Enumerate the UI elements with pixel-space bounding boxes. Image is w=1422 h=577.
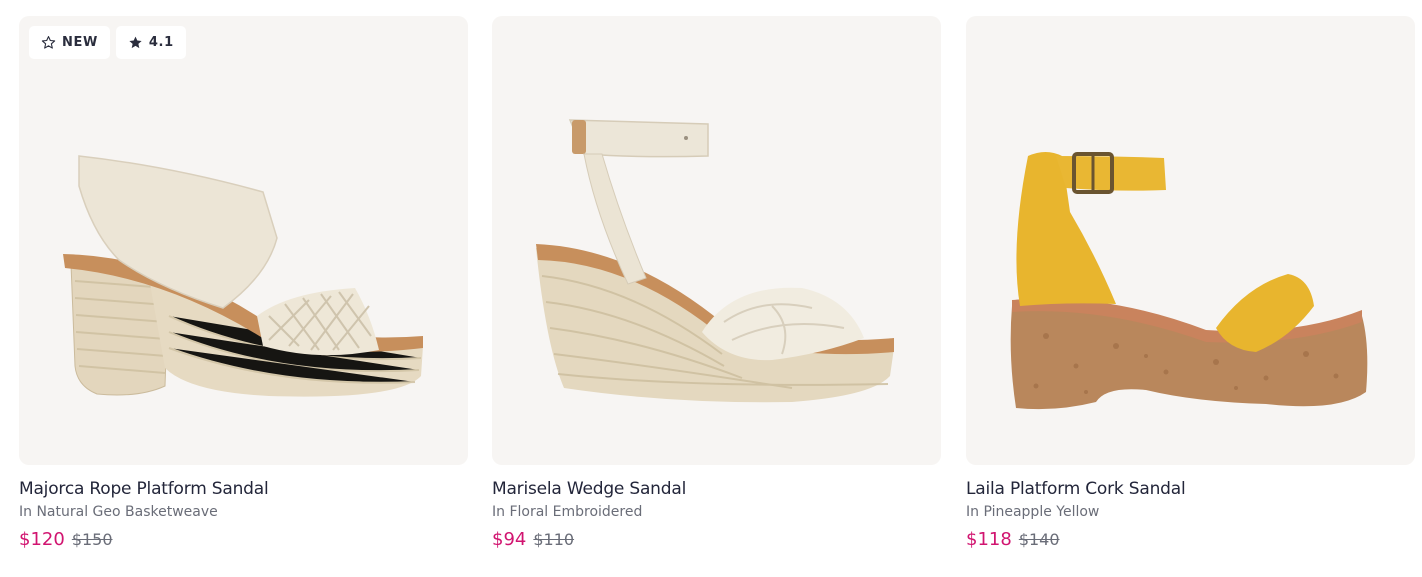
sandal-image (63, 155, 423, 397)
product-card[interactable]: Laila Platform Cork Sandal In Pineapple … (966, 16, 1415, 561)
badge-row: NEW 4.1 (29, 26, 186, 59)
product-title[interactable]: Marisela Wedge Sandal (492, 479, 686, 499)
new-badge-label: NEW (62, 35, 98, 50)
price-row: $118 $140 (966, 529, 1060, 550)
sandal-image (536, 119, 894, 403)
price-row: $120 $150 (19, 529, 113, 550)
sale-price: $118 (966, 529, 1012, 550)
sale-price: $120 (19, 529, 65, 550)
product-variant: In Natural Geo Basketweave (19, 504, 218, 520)
new-badge: NEW (29, 26, 110, 59)
product-title[interactable]: Laila Platform Cork Sandal (966, 479, 1186, 499)
product-title[interactable]: Majorca Rope Platform Sandal (19, 479, 269, 499)
product-image[interactable] (492, 16, 941, 465)
rating-value: 4.1 (148, 35, 174, 50)
product-variant: In Pineapple Yellow (966, 504, 1100, 520)
price-row: $94 $110 (492, 529, 574, 550)
rating-badge: 4.1 (115, 26, 186, 59)
original-price: $140 (1018, 530, 1060, 549)
product-card[interactable]: Marisela Wedge Sandal In Floral Embroide… (492, 16, 941, 561)
product-card[interactable]: NEW 4.1 Majorca Rope Platform Sandal In … (19, 16, 468, 561)
sandal-image (1010, 152, 1368, 410)
original-price: $150 (71, 530, 113, 549)
product-variant: In Floral Embroidered (492, 504, 643, 520)
star-outline-icon (41, 36, 56, 49)
star-filled-icon (129, 36, 142, 49)
original-price: $110 (533, 530, 575, 549)
product-grid: NEW 4.1 Majorca Rope Platform Sandal In … (19, 16, 1415, 561)
product-image[interactable]: NEW 4.1 (19, 16, 468, 465)
product-image[interactable] (966, 16, 1415, 465)
sale-price: $94 (492, 529, 527, 550)
